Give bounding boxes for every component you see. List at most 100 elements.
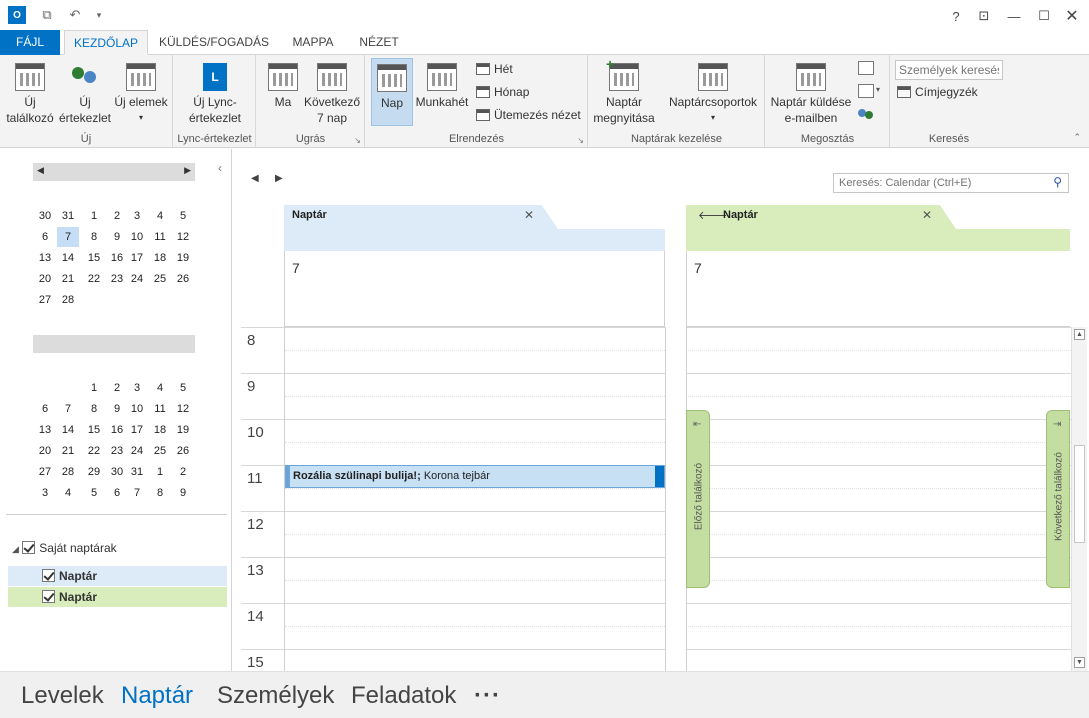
publish-online-icon[interactable] [858,84,874,98]
minical-day[interactable]: 9 [172,483,194,503]
minical-day[interactable] [126,290,148,310]
minical-day[interactable]: 19 [172,420,194,440]
new-items-button[interactable]: Új elemek ▾ [112,63,170,126]
tab-view[interactable]: NÉZET [352,30,406,55]
minical-day[interactable]: 5 [172,378,194,398]
minical-day[interactable]: 10 [126,399,148,419]
minical-day[interactable]: 20 [34,441,56,461]
minical-day[interactable]: 5 [83,483,105,503]
minical-day[interactable] [83,290,105,310]
minical-day[interactable]: 2 [106,378,128,398]
minical-day[interactable]: 31 [126,462,148,482]
new-meeting-button[interactable]: Új értekezlet [58,63,112,126]
calendar-tab-1[interactable]: Naptár ✕ [284,205,558,229]
minical-day[interactable]: 23 [106,269,128,289]
share-calendar-icon[interactable] [858,61,874,75]
prev-month-icon[interactable]: ◀ [37,165,44,176]
minical-day[interactable]: 2 [106,206,128,226]
minical-day[interactable]: 1 [149,462,171,482]
email-calendar-button[interactable]: Naptár küldése e-mailben [768,63,854,126]
minical-day[interactable] [57,378,79,398]
minical-day[interactable]: 3 [126,206,148,226]
minical-day[interactable]: 25 [149,441,171,461]
minical-day[interactable]: 12 [172,227,194,247]
week-view-button[interactable]: Hét [476,59,513,79]
undo-icon[interactable]: ↶ [66,6,84,24]
maximize-icon[interactable]: ☐ [1030,6,1058,26]
next-appointment-tab[interactable]: ⇥ Következő találkozó [1046,410,1070,588]
dropdown-arrow-icon[interactable]: ▾ [876,85,880,94]
tab-send-receive[interactable]: KÜLDÉS/FOGADÁS [153,30,275,55]
minical-day[interactable]: 21 [57,269,79,289]
ribbon-display-icon[interactable]: ⊡ [970,6,998,26]
collapse-pane-icon[interactable]: ‹ [218,161,222,175]
minical-day[interactable]: 18 [149,248,171,268]
minical-day[interactable]: 4 [57,483,79,503]
close-calendar-icon[interactable]: ✕ [524,208,534,222]
minical-day[interactable]: 1 [83,378,105,398]
minical-day[interactable]: 22 [83,441,105,461]
calendar-item-1[interactable]: Naptár [8,566,227,586]
minimize-icon[interactable]: — [1000,6,1028,26]
minical-day[interactable] [106,290,128,310]
calendar-tab-2[interactable]: 🡐 Naptár ✕ [686,205,956,229]
search-icon[interactable]: ⚲ [1053,175,1062,189]
minical-day[interactable]: 1 [83,206,105,226]
next-day-icon[interactable]: ▶ [275,173,283,184]
minical-day[interactable]: 24 [126,269,148,289]
collapse-ribbon-icon[interactable]: ⌃ [1073,132,1081,143]
calendar-permissions-icon[interactable] [858,106,874,120]
minical-day[interactable]: 15 [83,248,105,268]
dialog-launcher-icon[interactable]: ↘ [577,136,584,145]
minical-day[interactable]: 4 [149,378,171,398]
scroll-up-icon[interactable]: ▲ [1074,329,1085,340]
minical-day[interactable]: 8 [149,483,171,503]
month-view-button[interactable]: Hónap [476,82,529,102]
calendar-item-2[interactable]: Naptár [8,587,227,607]
minical-day[interactable]: 7 [126,483,148,503]
minical-day[interactable]: 15 [83,420,105,440]
vertical-scrollbar[interactable]: ▲ ▼ [1071,327,1087,671]
calendar-checkbox[interactable] [42,569,55,582]
day-view-button[interactable]: Nap [371,58,413,126]
help-button[interactable]: ? [942,6,970,26]
minical-day[interactable]: 25 [149,269,171,289]
minical-day[interactable]: 6 [34,399,56,419]
customize-qat-icon[interactable]: ▾ [90,6,108,24]
calendar-groups-button[interactable]: Naptárcsoportok ▾ [663,63,763,126]
minical-day[interactable]: 4 [149,206,171,226]
minical-day[interactable]: 7 [57,227,79,247]
search-people-input[interactable] [895,60,1003,80]
nav-people[interactable]: Személyek [217,682,334,710]
minical-day[interactable]: 12 [172,399,194,419]
minical-day[interactable] [149,290,171,310]
minical-day[interactable]: 28 [57,290,79,310]
minical-day[interactable]: 13 [34,248,56,268]
minical-day[interactable]: 8 [83,399,105,419]
next-7-days-button[interactable]: Következő 7 nap [303,63,361,126]
minical-day[interactable]: 23 [106,441,128,461]
minical-day[interactable]: 13 [34,420,56,440]
minical-day[interactable]: 31 [57,206,79,226]
new-appointment-button[interactable]: Új találkozó [4,63,56,126]
minical-day[interactable] [34,378,56,398]
nav-mail[interactable]: Levelek [21,682,104,710]
minical-day[interactable]: 14 [57,248,79,268]
search-calendar-box[interactable]: ⚲ [833,173,1069,193]
minical-day[interactable] [172,290,194,310]
minical-day[interactable]: 6 [34,227,56,247]
scroll-down-icon[interactable]: ▼ [1074,657,1085,668]
minical-day[interactable]: 9 [106,399,128,419]
work-week-button[interactable]: Munkahét [414,63,470,110]
minical-day[interactable]: 3 [34,483,56,503]
my-calendars-group[interactable]: ◢ Saját naptárak [12,541,117,555]
minical-day[interactable]: 28 [57,462,79,482]
minical-day[interactable]: 29 [83,462,105,482]
calendar-checkbox[interactable] [42,590,55,603]
minical-day[interactable]: 9 [106,227,128,247]
schedule-view-button[interactable]: Ütemezés nézet [476,105,581,125]
open-calendar-button[interactable]: + Naptár megnyitása [591,56,657,126]
tab-file[interactable]: FÁJL [0,30,60,55]
minical-day[interactable]: 30 [34,206,56,226]
minical-day[interactable]: 19 [172,248,194,268]
